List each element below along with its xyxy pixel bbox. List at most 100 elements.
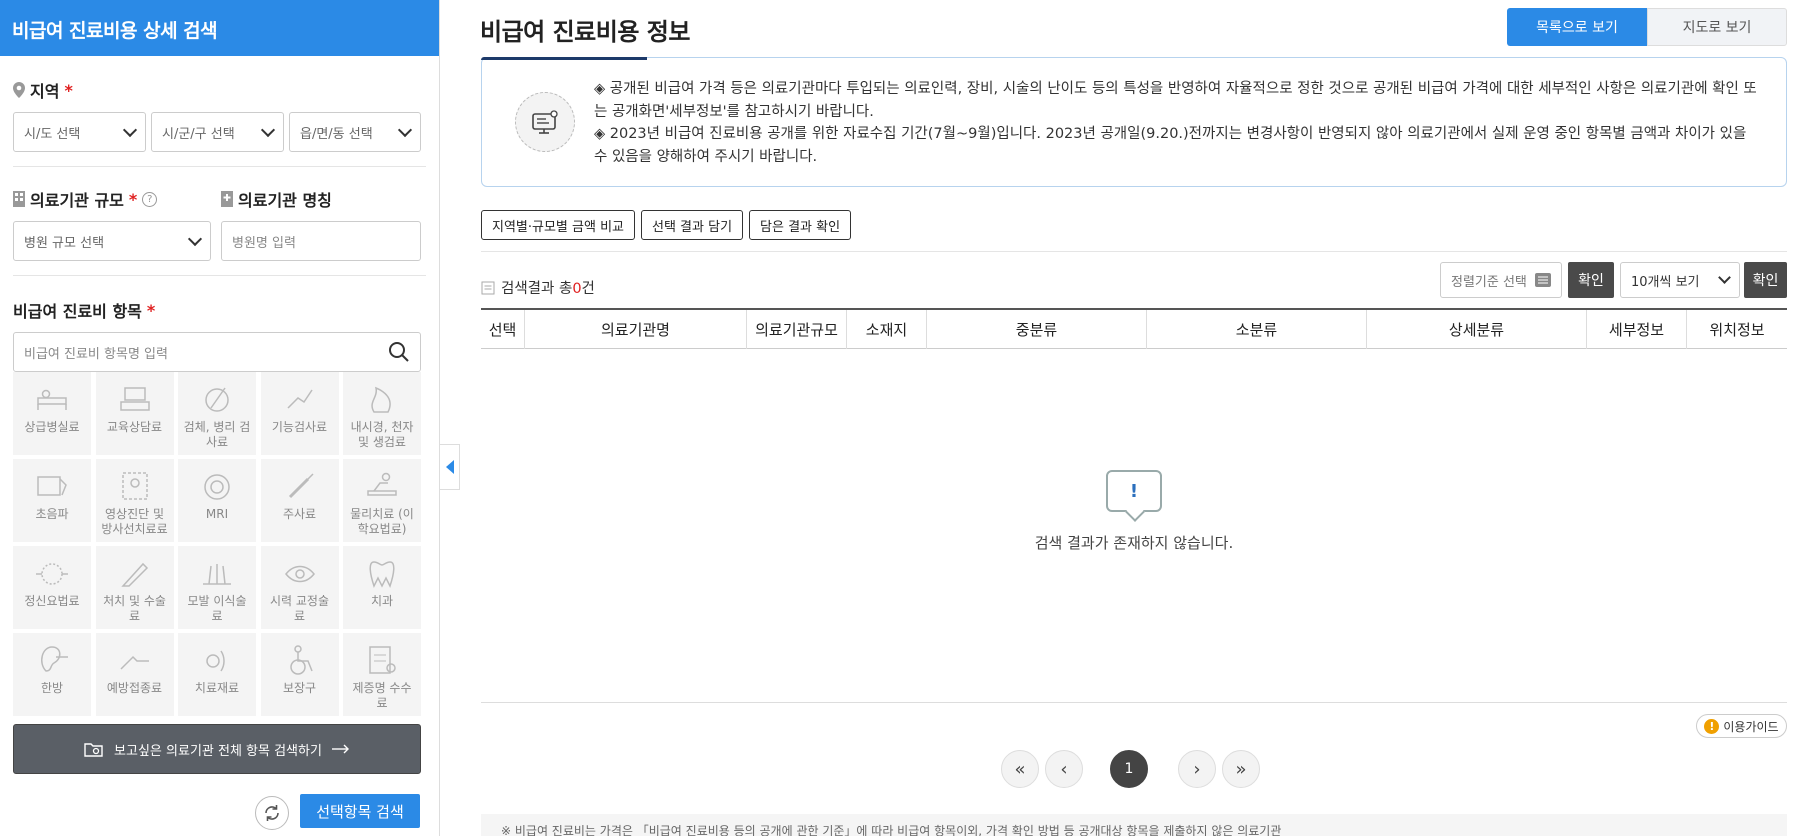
selected-item-search-button[interactable]: 선택항목 검색 <box>300 794 420 828</box>
category-tile[interactable]: 주사료 <box>260 459 339 542</box>
region-label-row: 지역 * <box>13 78 426 102</box>
chevron-down-icon <box>187 231 203 246</box>
category-tile[interactable]: 교육상담료 <box>95 372 174 455</box>
next-page-button[interactable]: › <box>1178 750 1216 788</box>
category-tile[interactable]: 내시경, 천자 및 생검료 <box>343 372 421 455</box>
scale-select[interactable]: 병원 규모 선택 <box>13 221 211 261</box>
divider <box>13 166 426 167</box>
column-header: 중분류 <box>927 310 1147 349</box>
category-tile[interactable]: 시력 교정술료 <box>260 546 339 629</box>
ear-acupuncture-icon <box>34 643 70 677</box>
column-header: 위치정보 <box>1709 321 1765 339</box>
brain-icon <box>34 556 70 590</box>
chevron-down-icon <box>397 122 413 137</box>
page-title: 비급여 진료비용 정보 <box>480 18 690 46</box>
specimen-test-icon <box>199 382 235 416</box>
search-sidebar: 비급여 진료비용 상세 검색 지역 * 시/도 선택 시/군/구 선택 읍/면/… <box>0 0 440 836</box>
hospital-name-input[interactable]: 병원명 입력 <box>221 221 421 261</box>
view-saved-button[interactable]: 담은 결과 확인 <box>749 210 852 240</box>
category-tile[interactable]: 치과 <box>343 546 421 629</box>
monitor-icon <box>532 110 558 134</box>
prev-page-button[interactable]: ‹ <box>1045 750 1083 788</box>
category-tile[interactable]: 예방접종료 <box>95 633 174 716</box>
notice-box: ◈ 공개된 비급여 가격 등은 의료기관마다 투입되는 의료인력, 장비, 시술… <box>481 57 1787 187</box>
sigungu-select[interactable]: 시/군/구 선택 <box>151 112 284 152</box>
compare-region-scale-button[interactable]: 지역별·규모별 금액 비교 <box>481 210 635 240</box>
info-icon: ! <box>1704 718 1720 734</box>
scale-label: 의료기관 규모 <box>30 191 124 210</box>
category-label: 교육상담료 <box>106 420 163 434</box>
save-selection-button[interactable]: 선택 결과 담기 <box>641 210 744 240</box>
category-tile[interactable]: 초음파 <box>13 459 91 542</box>
scale-name-section: 의료기관 규모 * ? 병원 규모 선택 의료기관 명칭 병원명 입력 <box>0 187 439 261</box>
category-label: MRI <box>205 507 229 521</box>
eye-icon <box>282 556 318 590</box>
function-test-icon <box>282 382 318 416</box>
sido-select[interactable]: 시/도 선택 <box>13 112 146 152</box>
sort-select[interactable]: 정렬기준 선택 <box>1440 262 1562 298</box>
required-mark: * <box>64 80 73 100</box>
first-page-button[interactable]: « <box>1001 750 1039 788</box>
hospital-icon <box>221 191 233 207</box>
category-tile[interactable]: 기능검사료 <box>260 372 339 455</box>
category-tile[interactable]: 제증명 수수료 <box>343 633 421 716</box>
reset-button[interactable] <box>255 796 289 830</box>
item-search-input[interactable]: 비급여 진료비 항목명 입력 <box>13 332 421 372</box>
chevron-down-icon <box>260 122 276 137</box>
per-page-select[interactable]: 10개씩 보기 <box>1620 262 1740 298</box>
last-page-button[interactable]: » <box>1222 750 1260 788</box>
sidebar-title: 비급여 진료비용 상세 검색 <box>0 0 439 56</box>
speech-bubble-icon: ! <box>1106 470 1162 512</box>
category-tile[interactable]: 상급병실료 <box>13 372 91 455</box>
refresh-icon <box>265 805 279 821</box>
column-header: 의료기관명 <box>525 310 747 349</box>
user-guide-button[interactable]: ! 이용가이드 <box>1696 714 1787 738</box>
category-tile[interactable]: 치료재료 <box>178 633 256 716</box>
notice-text: ◈ 공개된 비급여 가격 등은 의료기관마다 투입되는 의료인력, 장비, 시술… <box>594 78 1764 168</box>
category-label: 보장구 <box>282 681 317 695</box>
category-tile[interactable]: 보장구 <box>260 633 339 716</box>
result-prefix: 검색결과 총 <box>501 281 573 297</box>
scale-block: 의료기관 규모 * ? 병원 규모 선택 <box>13 187 211 261</box>
category-tile[interactable]: 한방 <box>13 633 91 716</box>
region-section: 지역 * 시/도 선택 시/군/구 선택 읍/면/동 선택 <box>0 78 439 152</box>
category-tile[interactable]: 검체, 병리 검사료 <box>178 372 256 455</box>
physical-therapy-icon <box>364 469 400 503</box>
column-header: 소재지 <box>847 310 927 349</box>
sidebar-collapse-toggle[interactable] <box>440 444 460 490</box>
per-page-confirm-button[interactable]: 확인 <box>1744 262 1787 298</box>
item-search-placeholder: 비급여 진료비 항목명 입력 <box>24 346 168 362</box>
required-mark: * <box>146 300 156 320</box>
help-icon[interactable]: ? <box>142 191 158 207</box>
hospital-name-block: 의료기관 명칭 병원명 입력 <box>221 187 421 261</box>
list-view-button[interactable]: 목록으로 보기 <box>1507 8 1647 46</box>
category-label: 정신요법료 <box>24 594 80 608</box>
items-section: 비급여 진료비 항목 * 비급여 진료비 항목명 입력 <box>0 298 439 372</box>
search-icon[interactable] <box>388 341 410 363</box>
column-header: 상세분류 <box>1367 310 1587 349</box>
region-selects: 시/도 선택 시/군/구 선택 읍/면/동 선택 <box>13 112 426 152</box>
category-tile[interactable]: 물리치료 (이학요법료) <box>343 459 421 542</box>
empty-message: 검색 결과가 존재하지 않습니다. <box>1034 534 1234 552</box>
eupmyeondong-select[interactable]: 읍/면/동 선택 <box>289 112 421 152</box>
scale-select-value: 병원 규모 선택 <box>24 235 105 251</box>
category-tile[interactable]: 모발 이식술료 <box>178 546 256 629</box>
category-tile[interactable]: MRI <box>178 459 256 542</box>
chevron-down-icon <box>1718 271 1731 284</box>
arrow-right-icon <box>331 744 349 754</box>
sort-confirm-button[interactable]: 확인 <box>1568 262 1614 298</box>
category-label: 영상진단 및 방사선치료료 <box>101 507 168 536</box>
category-tile[interactable]: 정신요법료 <box>13 546 91 629</box>
map-view-button[interactable]: 지도로 보기 <box>1647 8 1787 46</box>
page-number-1[interactable]: 1 <box>1110 750 1148 788</box>
counseling-icon <box>117 382 153 416</box>
category-tile[interactable]: 처치 및 수술료 <box>95 546 174 629</box>
category-grid: 상급병실료 교육상담료 검체, 병리 검사료 기능검사료 내시경, 천자 및 생검료초음… <box>13 372 421 716</box>
divider <box>481 251 1787 252</box>
folder-search-icon <box>84 743 103 757</box>
search-all-items-button[interactable]: 보고싶은 의료기관 전체 항목 검색하기 <box>13 724 421 774</box>
category-label: 처치 및 수술료 <box>103 594 166 623</box>
category-tile[interactable]: 영상진단 및 방사선치료료 <box>95 459 174 542</box>
action-buttons: 지역별·규모별 금액 비교 선택 결과 담기 담은 결과 확인 <box>481 210 852 240</box>
category-label: 물리치료 (이학요법료) <box>350 507 414 536</box>
